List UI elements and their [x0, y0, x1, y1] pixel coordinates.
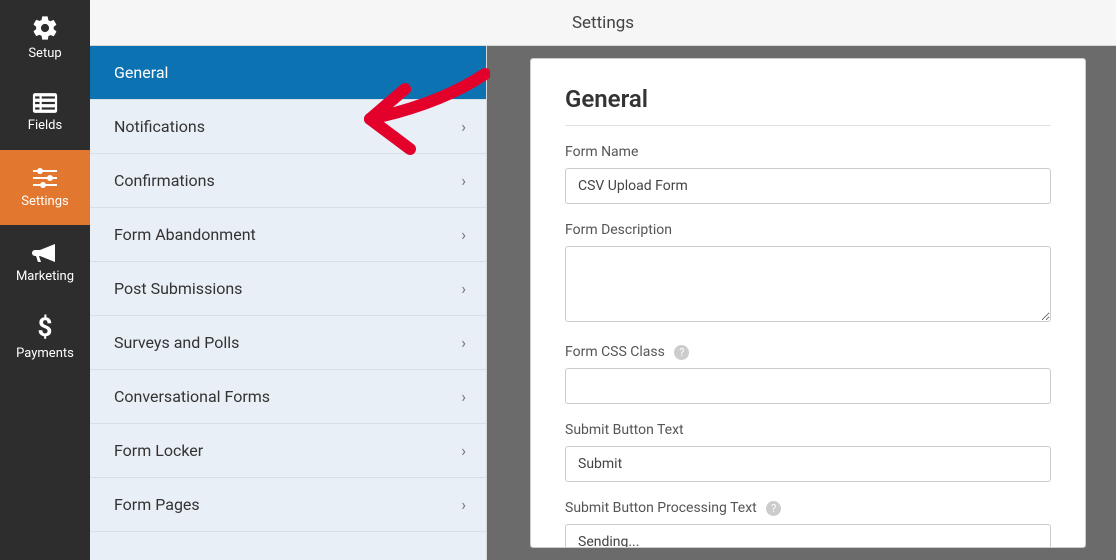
chevron-right-icon: › [461, 333, 466, 352]
field-label: Submit Button Processing Text ? [565, 500, 1051, 516]
main-column: Settings General Notifications › Confirm… [90, 0, 1116, 560]
field-label: Form Description [565, 222, 1051, 238]
settings-nav-confirmations[interactable]: Confirmations › [90, 154, 486, 208]
help-icon[interactable]: ? [674, 345, 689, 360]
form-css-class-input[interactable] [565, 368, 1051, 404]
settings-nav-conversational-forms[interactable]: Conversational Forms › [90, 370, 486, 424]
help-icon[interactable]: ? [766, 501, 781, 516]
settings-nav-label: Conversational Forms [114, 387, 270, 406]
chevron-right-icon: › [461, 225, 466, 244]
chevron-right-icon: › [461, 387, 466, 406]
gutter [487, 46, 530, 560]
field-label: Form Name [565, 144, 1051, 160]
settings-nav-post-submissions[interactable]: Post Submissions › [90, 262, 486, 316]
field-label: Form CSS Class ? [565, 344, 1051, 360]
sidebar-item-fields[interactable]: Fields [0, 75, 90, 150]
page-header: Settings [90, 0, 1116, 46]
settings-nav-form-locker[interactable]: Form Locker › [90, 424, 486, 478]
chevron-right-icon: › [461, 117, 466, 136]
form-panel-wrap: General Form Name Form Description Form … [530, 46, 1116, 560]
sidebar-item-marketing[interactable]: Marketing [0, 225, 90, 300]
sidebar-item-label: Marketing [16, 269, 74, 284]
chevron-right-icon: › [461, 441, 466, 460]
form-description-input[interactable] [565, 246, 1051, 322]
icon-sidebar: Setup Fields Settings Marketing $ Paymen… [0, 0, 90, 560]
chevron-right-icon: › [461, 495, 466, 514]
settings-nav-form-abandonment[interactable]: Form Abandonment › [90, 208, 486, 262]
sliders-icon [31, 166, 59, 190]
gear-icon [31, 14, 59, 42]
submit-text-input[interactable] [565, 446, 1051, 482]
settings-nav-label: Notifications [114, 117, 205, 136]
divider [565, 125, 1051, 126]
settings-nav-label: Form Pages [114, 495, 200, 514]
settings-nav-label: Confirmations [114, 171, 215, 190]
bullhorn-icon [31, 241, 59, 265]
list-icon [31, 92, 59, 114]
settings-nav-label: Post Submissions [114, 279, 242, 298]
settings-nav: General Notifications › Confirmations › … [90, 46, 487, 560]
submit-processing-input[interactable] [565, 524, 1051, 548]
settings-nav-label: Form Abandonment [114, 225, 256, 244]
form-heading: General [565, 85, 1051, 113]
settings-nav-label: Form Locker [114, 441, 203, 460]
dollar-icon: $ [35, 314, 55, 342]
svg-text:$: $ [38, 314, 53, 342]
form-panel: General Form Name Form Description Form … [530, 58, 1086, 548]
field-label: Submit Button Text [565, 422, 1051, 438]
sidebar-item-settings[interactable]: Settings [0, 150, 90, 225]
settings-nav-label: Surveys and Polls [114, 333, 239, 352]
chevron-right-icon: › [461, 279, 466, 298]
chevron-right-icon: › [461, 171, 466, 190]
settings-nav-form-pages[interactable]: Form Pages › [90, 478, 486, 532]
field-submit-text: Submit Button Text [565, 422, 1051, 482]
sidebar-item-label: Settings [21, 194, 68, 209]
sidebar-item-label: Setup [28, 46, 61, 61]
sidebar-item-label: Payments [16, 346, 74, 361]
page-title: Settings [572, 13, 634, 33]
settings-nav-general[interactable]: General [90, 46, 486, 100]
field-form-name: Form Name [565, 144, 1051, 204]
field-form-css-class: Form CSS Class ? [565, 344, 1051, 404]
sidebar-item-label: Fields [28, 118, 62, 133]
form-name-input[interactable] [565, 168, 1051, 204]
settings-nav-notifications[interactable]: Notifications › [90, 100, 486, 154]
sidebar-item-payments[interactable]: $ Payments [0, 300, 90, 375]
sidebar-item-setup[interactable]: Setup [0, 0, 90, 75]
settings-nav-surveys-polls[interactable]: Surveys and Polls › [90, 316, 486, 370]
field-form-description: Form Description [565, 222, 1051, 326]
field-submit-processing: Submit Button Processing Text ? [565, 500, 1051, 548]
settings-nav-label: General [114, 63, 168, 82]
